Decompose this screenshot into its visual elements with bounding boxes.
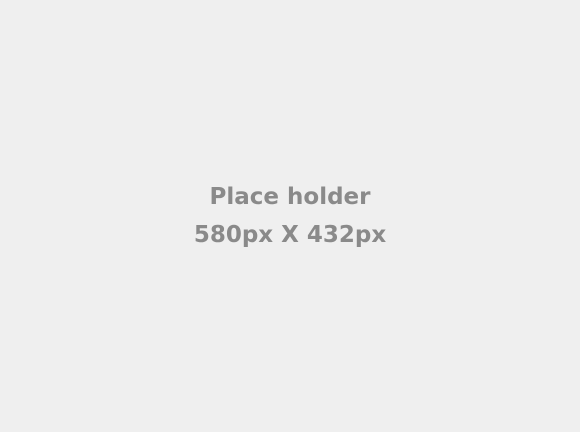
placeholder-image: Place holder 580px X 432px: [0, 0, 580, 432]
placeholder-dimensions: 580px X 432px: [193, 222, 387, 248]
placeholder-title: Place holder: [209, 184, 371, 210]
